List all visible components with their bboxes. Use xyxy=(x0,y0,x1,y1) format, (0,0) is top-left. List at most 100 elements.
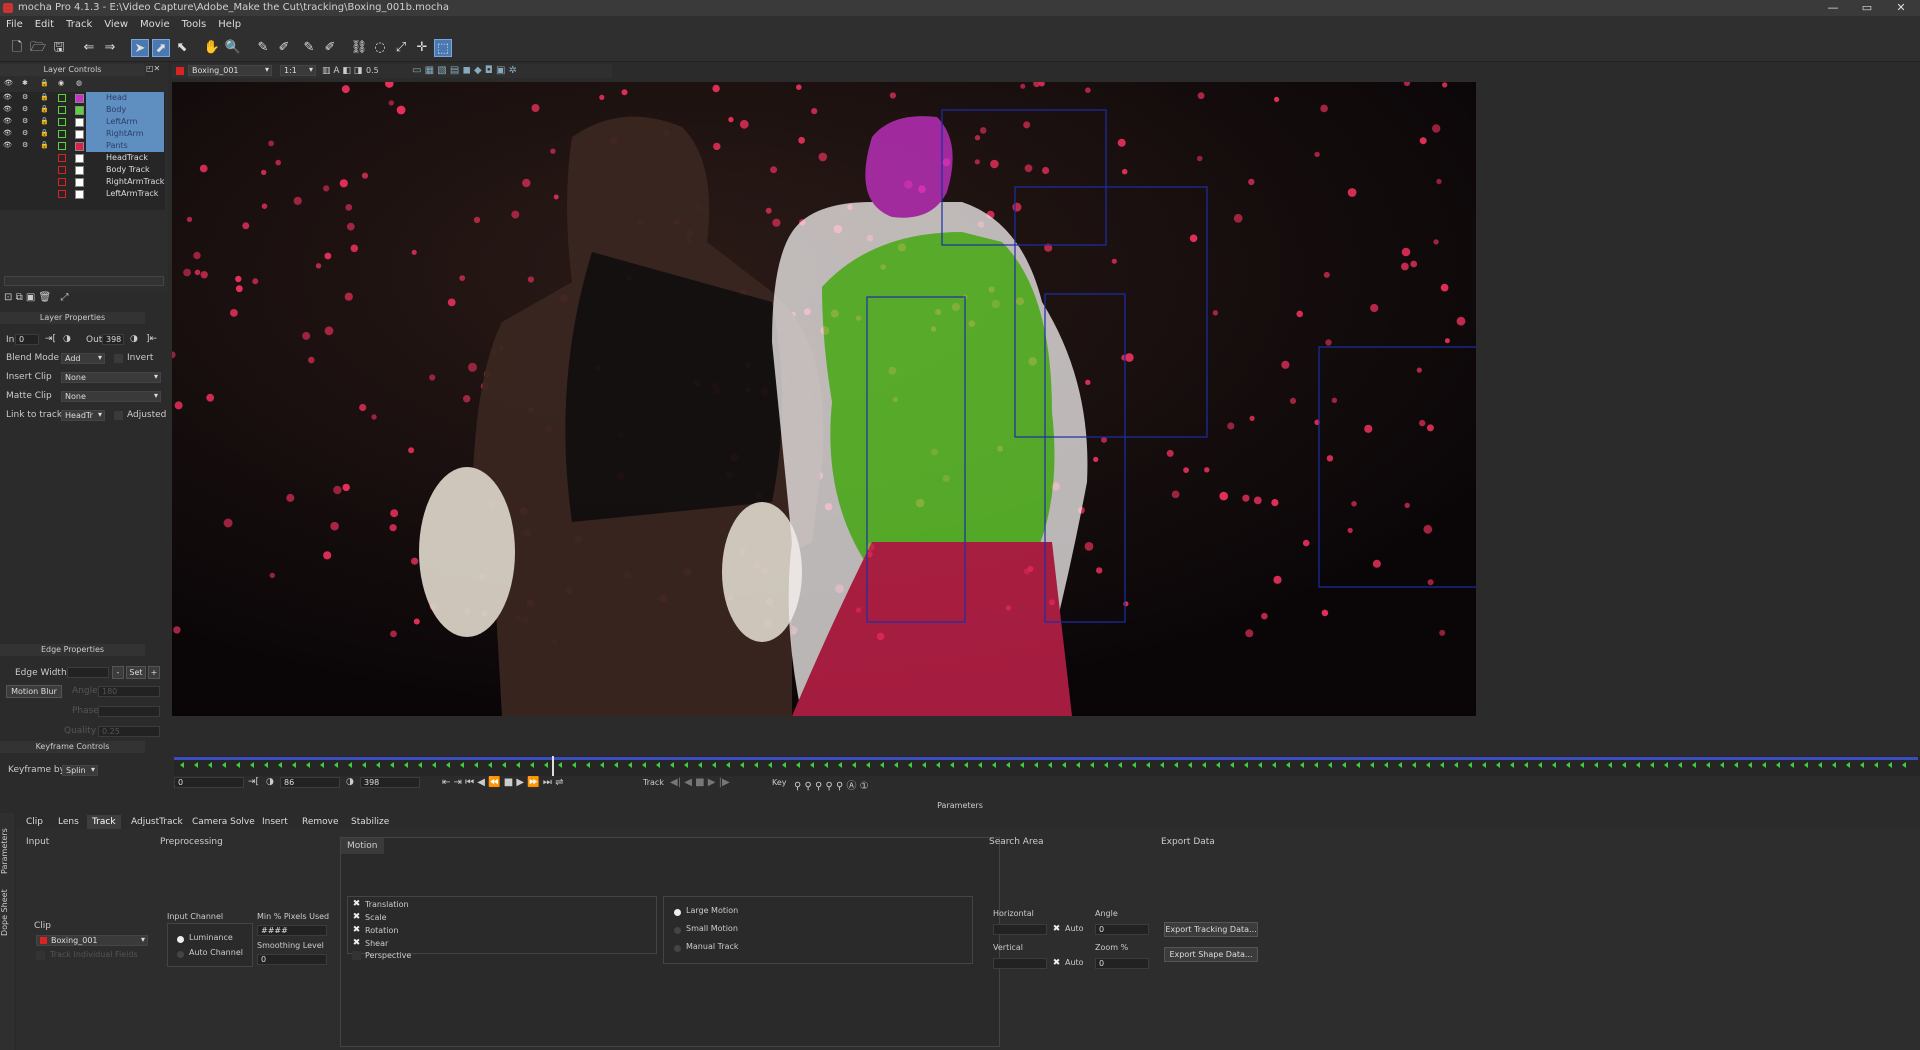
layer-color-box[interactable] xyxy=(58,154,66,162)
translation-checkbox[interactable]: ✖ xyxy=(352,900,361,909)
zoom-dropdown[interactable]: 1:1 xyxy=(280,65,316,76)
small-motion-radio[interactable] xyxy=(674,927,681,934)
lock-icon[interactable]: 🔒 xyxy=(40,118,49,125)
opacity-value[interactable]: 0.5 xyxy=(366,66,379,75)
close-button[interactable]: ✕ xyxy=(1884,0,1918,16)
gear-icon[interactable]: ⚙ xyxy=(22,94,29,101)
min-pixels-field[interactable]: #### xyxy=(257,925,327,936)
layer-color-swatch[interactable] xyxy=(75,106,84,115)
eye-icon[interactable]: 👁 xyxy=(3,106,12,113)
tab-lens[interactable]: Lens xyxy=(53,815,84,829)
hand-tool-icon[interactable]: ✋ xyxy=(203,39,221,57)
key-toggle-icon[interactable]: ◑ xyxy=(266,777,274,787)
export-shape-data-button[interactable]: Export Shape Data... xyxy=(1164,947,1258,962)
edge-width-field[interactable] xyxy=(67,667,109,678)
edge-width-set-button[interactable]: Set xyxy=(126,666,146,679)
layer-color-swatch[interactable] xyxy=(75,154,84,163)
save-project-icon[interactable]: 🖫 xyxy=(50,39,68,57)
layer-color-box[interactable] xyxy=(58,106,66,114)
playhead[interactable] xyxy=(552,756,554,776)
scale-checkbox[interactable]: ✖ xyxy=(352,913,361,922)
layer-name[interactable]: HeadTrack xyxy=(86,152,164,164)
menu-edit[interactable]: Edit xyxy=(29,16,60,34)
tab-camera-solve[interactable]: Camera Solve xyxy=(187,815,260,829)
menu-view[interactable]: View xyxy=(98,16,134,34)
add-x-spline-icon[interactable]: ✐ xyxy=(275,39,293,57)
layer-color-swatch[interactable] xyxy=(75,94,84,103)
tab-insert[interactable]: Insert xyxy=(257,815,293,829)
layer-name[interactable]: RightArmTrack xyxy=(86,176,164,188)
lasso-icon[interactable]: ◌ xyxy=(371,39,389,57)
new-layer-icon[interactable]: ⊡ xyxy=(4,292,12,303)
out-keyframe-icon[interactable]: ◑ xyxy=(130,334,138,344)
layer-row-bodytrack[interactable]: Body Track xyxy=(0,164,165,176)
start-frame-field[interactable]: 0 xyxy=(174,777,244,788)
view-mode-icons[interactable]: ▥ A ◧ ◨ xyxy=(322,66,362,76)
layer-row-headtrack[interactable]: HeadTrack xyxy=(0,152,165,164)
matte-clip-dropdown[interactable]: None xyxy=(61,391,161,402)
lock-icon[interactable]: 🔒 xyxy=(40,106,49,113)
layer-row-body[interactable]: 👁 ⚙ 🔒 Body xyxy=(0,104,165,116)
in-field[interactable]: 0 xyxy=(15,334,39,345)
move-icon[interactable]: ✛ xyxy=(413,39,431,57)
new-project-icon[interactable]: 🗋 xyxy=(8,39,26,57)
large-motion-radio[interactable] xyxy=(674,909,681,916)
layer-settings-icon[interactable]: ▣ xyxy=(26,292,35,303)
menu-tools[interactable]: Tools xyxy=(176,16,213,34)
timeline-track[interactable] xyxy=(174,756,1920,776)
layer-name[interactable]: LeftArm xyxy=(86,116,164,128)
layer-name[interactable]: Pants xyxy=(86,140,164,152)
eye-icon[interactable]: 👁 xyxy=(3,130,12,137)
layer-color-box[interactable] xyxy=(58,142,66,150)
link-to-track-dropdown[interactable]: HeadTr xyxy=(61,410,105,421)
layer-name[interactable]: Body xyxy=(86,104,164,116)
key-controls[interactable]: ⚲ ⚲ ⚲ ⚲ ⚲ Ⓐ ① xyxy=(794,777,869,792)
select-points-icon[interactable]: ⬈ xyxy=(152,39,170,57)
layer-row-pants[interactable]: 👁 ⚙ 🔒 Pants xyxy=(0,140,165,152)
overlay-toggle-icons[interactable]: ▭ ▦ ▧ ▤ ◼ ◆ ◘ ▣ ✲ xyxy=(412,65,517,76)
layer-name[interactable]: RightArm xyxy=(86,128,164,140)
undo-icon[interactable]: ⇐ xyxy=(80,39,98,57)
horizontal-field[interactable] xyxy=(993,924,1047,935)
create-x-spline-icon[interactable]: ✎ xyxy=(254,39,272,57)
side-tab-dope-sheet[interactable]: Dope Sheet xyxy=(0,883,14,943)
motion-blur-button[interactable]: Motion Blur xyxy=(6,685,62,698)
duplicate-layer-icon[interactable]: ⧉ xyxy=(16,292,23,303)
horizontal-auto-checkbox[interactable]: ✖ xyxy=(1052,925,1061,934)
layer-row-rightarm[interactable]: 👁 ⚙ 🔒 RightArm xyxy=(0,128,165,140)
in-keyframe-icon[interactable]: ◑ xyxy=(63,334,71,344)
current-frame-field[interactable]: 86 xyxy=(280,777,340,788)
go-in-icon[interactable]: ⇥[ xyxy=(248,777,259,787)
playback-controls[interactable]: ⇤ ⇥ ⏮ ◀ ⏪ ■ ▶ ⏩ ⏭ ⇌ xyxy=(442,777,563,788)
surface-icon[interactable]: ⬚ xyxy=(434,39,452,57)
vertical-auto-checkbox[interactable]: ✖ xyxy=(1052,959,1061,968)
add-point-icon[interactable]: ⬉ xyxy=(173,39,191,57)
delete-layer-icon[interactable]: 🗑 xyxy=(39,292,52,303)
expand-icon[interactable]: ⤢ xyxy=(60,292,68,303)
set-in-icon[interactable]: ⇥[ xyxy=(45,334,56,344)
gear-icon[interactable]: ⚙ xyxy=(22,118,29,125)
tab-stabilize[interactable]: Stabilize xyxy=(346,815,394,829)
layer-name[interactable]: Head xyxy=(86,92,164,104)
layer-name[interactable]: Body Track xyxy=(86,164,164,176)
blur-angle-field[interactable]: 180 xyxy=(98,686,160,697)
gear-icon[interactable]: ⚙ xyxy=(22,106,29,113)
add-bezier-icon[interactable]: ✐ xyxy=(321,39,339,57)
blur-phase-field[interactable] xyxy=(98,706,160,717)
tab-clip[interactable]: Clip xyxy=(21,815,48,829)
adjusted-checkbox[interactable] xyxy=(114,411,123,420)
viewer-canvas[interactable] xyxy=(172,82,1476,716)
eye-icon[interactable]: 👁 xyxy=(3,118,12,125)
menu-track[interactable]: Track xyxy=(60,16,98,34)
vertical-field[interactable] xyxy=(993,958,1047,969)
gear-icon[interactable]: ⚙ xyxy=(22,130,29,137)
layer-row-rightarmtrack[interactable]: RightArmTrack xyxy=(0,176,165,188)
layer-list-scrollbar[interactable] xyxy=(4,276,164,286)
tab-track[interactable]: Track xyxy=(87,815,121,829)
layer-row-leftarm[interactable]: 👁 ⚙ 🔒 LeftArm xyxy=(0,116,165,128)
angle-field[interactable]: 0 xyxy=(1095,924,1149,935)
layer-color-swatch[interactable] xyxy=(75,130,84,139)
layer-color-box[interactable] xyxy=(58,166,66,174)
side-tab-parameters[interactable]: Parameters xyxy=(0,821,14,881)
maximize-button[interactable]: ▭ xyxy=(1850,0,1884,16)
